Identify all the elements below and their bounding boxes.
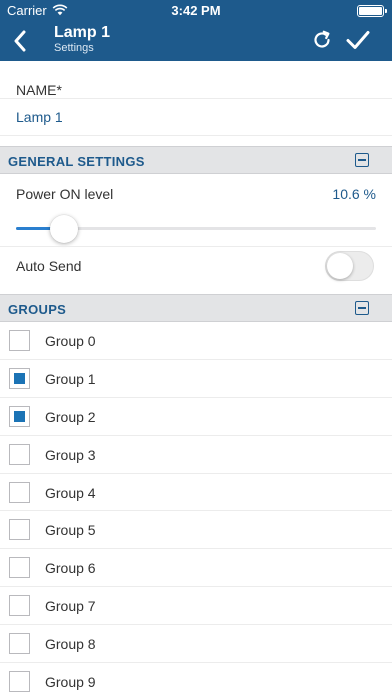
group-row[interactable]: Group 5 bbox=[0, 511, 392, 550]
group-label: Group 4 bbox=[45, 484, 96, 501]
groups-title: GROUPS bbox=[8, 302, 67, 317]
group-checkbox[interactable] bbox=[9, 519, 30, 541]
group-row[interactable]: Group 3 bbox=[0, 436, 392, 474]
general-settings-title: GENERAL SETTINGS bbox=[8, 154, 145, 169]
group-row[interactable]: Group 1 bbox=[0, 360, 392, 398]
auto-send-label: Auto Send bbox=[16, 258, 82, 274]
group-label: Group 5 bbox=[45, 522, 96, 539]
group-checkbox[interactable] bbox=[9, 595, 30, 617]
group-row[interactable]: Group 8 bbox=[0, 625, 392, 664]
groups-header[interactable]: GROUPS bbox=[0, 294, 392, 322]
collapse-icon[interactable] bbox=[355, 153, 369, 167]
group-row[interactable]: Group 9 bbox=[0, 663, 392, 696]
group-checkbox[interactable] bbox=[9, 443, 30, 465]
group-row[interactable]: Group 0 bbox=[0, 322, 392, 360]
power-on-level-value: 10.6 % bbox=[332, 186, 376, 202]
save-button[interactable] bbox=[345, 28, 371, 52]
battery-icon bbox=[357, 5, 387, 17]
group-label: Group 8 bbox=[45, 636, 96, 653]
group-row[interactable]: Group 2 bbox=[0, 398, 392, 436]
name-field[interactable]: Lamp 1 bbox=[0, 98, 392, 136]
group-label: Group 9 bbox=[45, 674, 96, 691]
name-field-label: NAME* bbox=[16, 82, 62, 98]
group-checkbox[interactable] bbox=[9, 557, 30, 579]
group-label: Group 3 bbox=[45, 446, 96, 463]
back-button[interactable] bbox=[8, 27, 32, 55]
group-row[interactable]: Group 4 bbox=[0, 474, 392, 512]
status-time: 3:42 PM bbox=[171, 3, 221, 18]
groups-list: Group 0 Group 1 Group 2 Group 3 Group 4 … bbox=[0, 322, 392, 696]
collapse-icon[interactable] bbox=[355, 301, 369, 315]
group-row[interactable]: Group 7 bbox=[0, 587, 392, 626]
group-label: Group 6 bbox=[45, 560, 96, 577]
checkmark-icon bbox=[346, 31, 370, 49]
divider bbox=[0, 246, 392, 247]
nav-header: Carrier 3:42 PM Lamp 1 Settings bbox=[0, 0, 392, 61]
slider-thumb[interactable] bbox=[50, 215, 79, 243]
group-checkbox[interactable] bbox=[9, 367, 30, 389]
power-on-level-label: Power ON level bbox=[16, 186, 114, 202]
auto-send-toggle[interactable] bbox=[325, 251, 374, 281]
name-field-value: Lamp 1 bbox=[16, 109, 63, 125]
toggle-knob bbox=[327, 253, 353, 279]
group-checkbox[interactable] bbox=[9, 481, 30, 503]
group-checkbox[interactable] bbox=[9, 671, 30, 693]
group-label: Group 0 bbox=[45, 333, 96, 349]
group-label: Group 7 bbox=[45, 598, 96, 615]
page-title: Lamp 1 bbox=[54, 24, 111, 41]
chevron-left-icon bbox=[14, 30, 26, 52]
power-on-level-slider[interactable] bbox=[16, 214, 376, 243]
page-subtitle: Settings bbox=[54, 42, 94, 54]
refresh-icon bbox=[314, 30, 330, 48]
group-label: Group 2 bbox=[45, 408, 96, 425]
group-row[interactable]: Group 6 bbox=[0, 549, 392, 588]
group-checkbox[interactable] bbox=[9, 405, 30, 427]
group-checkbox[interactable] bbox=[9, 633, 30, 655]
refresh-button[interactable] bbox=[311, 29, 333, 51]
group-label: Group 1 bbox=[45, 370, 96, 387]
status-bar: Carrier 3:42 PM bbox=[0, 0, 392, 20]
general-settings-header[interactable]: GENERAL SETTINGS bbox=[0, 146, 392, 174]
group-checkbox[interactable] bbox=[9, 330, 30, 351]
